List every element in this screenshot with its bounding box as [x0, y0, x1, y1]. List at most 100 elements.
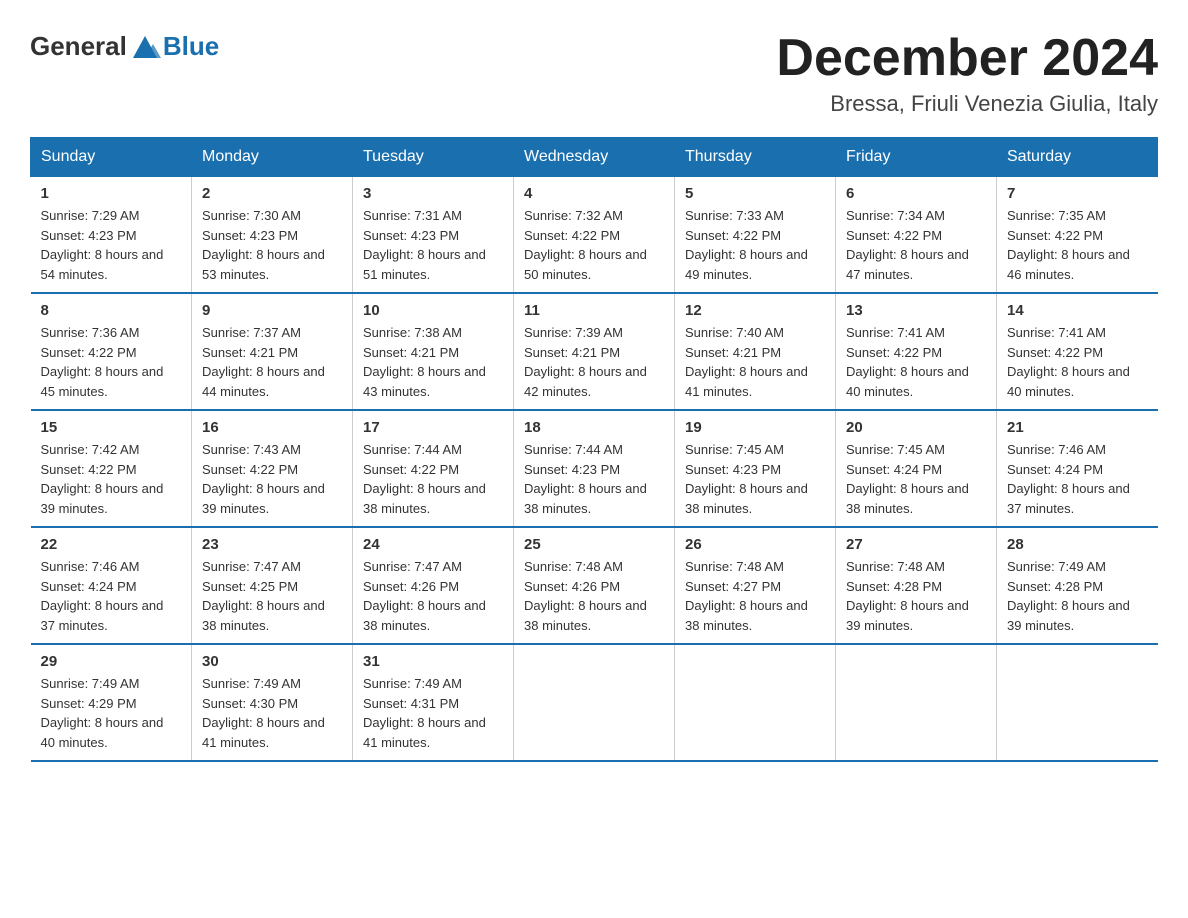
day-number: 10	[363, 302, 503, 319]
day-info: Sunrise: 7:37 AMSunset: 4:21 PMDaylight:…	[202, 323, 342, 401]
day-number: 18	[524, 419, 664, 436]
calendar-cell: 2 Sunrise: 7:30 AMSunset: 4:23 PMDayligh…	[192, 177, 353, 294]
day-info: Sunrise: 7:45 AMSunset: 4:24 PMDaylight:…	[846, 440, 986, 518]
week-row-1: 1 Sunrise: 7:29 AMSunset: 4:23 PMDayligh…	[31, 177, 1158, 294]
day-info: Sunrise: 7:47 AMSunset: 4:25 PMDaylight:…	[202, 557, 342, 635]
day-info: Sunrise: 7:49 AMSunset: 4:31 PMDaylight:…	[363, 674, 503, 752]
day-info: Sunrise: 7:49 AMSunset: 4:29 PMDaylight:…	[41, 674, 182, 752]
header-day-friday: Friday	[836, 138, 997, 177]
calendar-cell	[997, 644, 1158, 761]
calendar-cell: 10 Sunrise: 7:38 AMSunset: 4:21 PMDaylig…	[353, 293, 514, 410]
month-title: December 2024	[776, 30, 1158, 87]
page-header: General Blue December 2024 Bressa, Friul…	[30, 30, 1158, 117]
location-title: Bressa, Friuli Venezia Giulia, Italy	[776, 91, 1158, 117]
calendar-cell: 13 Sunrise: 7:41 AMSunset: 4:22 PMDaylig…	[836, 293, 997, 410]
day-info: Sunrise: 7:34 AMSunset: 4:22 PMDaylight:…	[846, 206, 986, 284]
day-number: 22	[41, 536, 182, 553]
day-number: 20	[846, 419, 986, 436]
day-info: Sunrise: 7:32 AMSunset: 4:22 PMDaylight:…	[524, 206, 664, 284]
day-info: Sunrise: 7:43 AMSunset: 4:22 PMDaylight:…	[202, 440, 342, 518]
day-number: 3	[363, 185, 503, 202]
day-info: Sunrise: 7:46 AMSunset: 4:24 PMDaylight:…	[1007, 440, 1148, 518]
calendar-cell: 25 Sunrise: 7:48 AMSunset: 4:26 PMDaylig…	[514, 527, 675, 644]
day-info: Sunrise: 7:29 AMSunset: 4:23 PMDaylight:…	[41, 206, 182, 284]
day-number: 13	[846, 302, 986, 319]
calendar-cell: 28 Sunrise: 7:49 AMSunset: 4:28 PMDaylig…	[997, 527, 1158, 644]
calendar-cell: 16 Sunrise: 7:43 AMSunset: 4:22 PMDaylig…	[192, 410, 353, 527]
day-number: 29	[41, 653, 182, 670]
calendar-cell: 22 Sunrise: 7:46 AMSunset: 4:24 PMDaylig…	[31, 527, 192, 644]
header-day-saturday: Saturday	[997, 138, 1158, 177]
day-number: 7	[1007, 185, 1148, 202]
day-info: Sunrise: 7:31 AMSunset: 4:23 PMDaylight:…	[363, 206, 503, 284]
calendar-cell: 20 Sunrise: 7:45 AMSunset: 4:24 PMDaylig…	[836, 410, 997, 527]
calendar-cell: 26 Sunrise: 7:48 AMSunset: 4:27 PMDaylig…	[675, 527, 836, 644]
calendar-body: 1 Sunrise: 7:29 AMSunset: 4:23 PMDayligh…	[31, 177, 1158, 762]
day-info: Sunrise: 7:48 AMSunset: 4:26 PMDaylight:…	[524, 557, 664, 635]
header-day-monday: Monday	[192, 138, 353, 177]
day-number: 1	[41, 185, 182, 202]
day-number: 5	[685, 185, 825, 202]
calendar-cell: 3 Sunrise: 7:31 AMSunset: 4:23 PMDayligh…	[353, 177, 514, 294]
calendar-cell: 4 Sunrise: 7:32 AMSunset: 4:22 PMDayligh…	[514, 177, 675, 294]
header-day-thursday: Thursday	[675, 138, 836, 177]
day-number: 11	[524, 302, 664, 319]
header-day-tuesday: Tuesday	[353, 138, 514, 177]
calendar-cell	[675, 644, 836, 761]
calendar-cell	[836, 644, 997, 761]
calendar-table: SundayMondayTuesdayWednesdayThursdayFrid…	[30, 137, 1158, 762]
day-number: 27	[846, 536, 986, 553]
day-number: 9	[202, 302, 342, 319]
calendar-cell: 19 Sunrise: 7:45 AMSunset: 4:23 PMDaylig…	[675, 410, 836, 527]
calendar-cell: 29 Sunrise: 7:49 AMSunset: 4:29 PMDaylig…	[31, 644, 192, 761]
day-number: 17	[363, 419, 503, 436]
header-row: SundayMondayTuesdayWednesdayThursdayFrid…	[31, 138, 1158, 177]
day-number: 31	[363, 653, 503, 670]
day-number: 21	[1007, 419, 1148, 436]
day-info: Sunrise: 7:44 AMSunset: 4:22 PMDaylight:…	[363, 440, 503, 518]
week-row-2: 8 Sunrise: 7:36 AMSunset: 4:22 PMDayligh…	[31, 293, 1158, 410]
day-number: 12	[685, 302, 825, 319]
calendar-cell: 9 Sunrise: 7:37 AMSunset: 4:21 PMDayligh…	[192, 293, 353, 410]
day-number: 14	[1007, 302, 1148, 319]
calendar-cell: 14 Sunrise: 7:41 AMSunset: 4:22 PMDaylig…	[997, 293, 1158, 410]
calendar-cell: 15 Sunrise: 7:42 AMSunset: 4:22 PMDaylig…	[31, 410, 192, 527]
week-row-5: 29 Sunrise: 7:49 AMSunset: 4:29 PMDaylig…	[31, 644, 1158, 761]
day-info: Sunrise: 7:42 AMSunset: 4:22 PMDaylight:…	[41, 440, 182, 518]
calendar-cell: 1 Sunrise: 7:29 AMSunset: 4:23 PMDayligh…	[31, 177, 192, 294]
week-row-4: 22 Sunrise: 7:46 AMSunset: 4:24 PMDaylig…	[31, 527, 1158, 644]
week-row-3: 15 Sunrise: 7:42 AMSunset: 4:22 PMDaylig…	[31, 410, 1158, 527]
day-info: Sunrise: 7:30 AMSunset: 4:23 PMDaylight:…	[202, 206, 342, 284]
day-info: Sunrise: 7:49 AMSunset: 4:28 PMDaylight:…	[1007, 557, 1148, 635]
day-number: 24	[363, 536, 503, 553]
day-info: Sunrise: 7:33 AMSunset: 4:22 PMDaylight:…	[685, 206, 825, 284]
calendar-cell	[514, 644, 675, 761]
day-number: 23	[202, 536, 342, 553]
calendar-header: SundayMondayTuesdayWednesdayThursdayFrid…	[31, 138, 1158, 177]
calendar-cell: 24 Sunrise: 7:47 AMSunset: 4:26 PMDaylig…	[353, 527, 514, 644]
calendar-cell: 30 Sunrise: 7:49 AMSunset: 4:30 PMDaylig…	[192, 644, 353, 761]
day-info: Sunrise: 7:35 AMSunset: 4:22 PMDaylight:…	[1007, 206, 1148, 284]
day-info: Sunrise: 7:36 AMSunset: 4:22 PMDaylight:…	[41, 323, 182, 401]
day-number: 16	[202, 419, 342, 436]
day-info: Sunrise: 7:41 AMSunset: 4:22 PMDaylight:…	[1007, 323, 1148, 401]
day-info: Sunrise: 7:49 AMSunset: 4:30 PMDaylight:…	[202, 674, 342, 752]
header-day-sunday: Sunday	[31, 138, 192, 177]
logo-icon	[129, 30, 161, 62]
title-block: December 2024 Bressa, Friuli Venezia Giu…	[776, 30, 1158, 117]
day-number: 2	[202, 185, 342, 202]
day-number: 15	[41, 419, 182, 436]
logo: General Blue	[30, 30, 219, 62]
calendar-cell: 21 Sunrise: 7:46 AMSunset: 4:24 PMDaylig…	[997, 410, 1158, 527]
day-number: 6	[846, 185, 986, 202]
calendar-cell: 27 Sunrise: 7:48 AMSunset: 4:28 PMDaylig…	[836, 527, 997, 644]
calendar-cell: 18 Sunrise: 7:44 AMSunset: 4:23 PMDaylig…	[514, 410, 675, 527]
day-info: Sunrise: 7:38 AMSunset: 4:21 PMDaylight:…	[363, 323, 503, 401]
day-number: 25	[524, 536, 664, 553]
day-info: Sunrise: 7:46 AMSunset: 4:24 PMDaylight:…	[41, 557, 182, 635]
calendar-cell: 31 Sunrise: 7:49 AMSunset: 4:31 PMDaylig…	[353, 644, 514, 761]
day-number: 28	[1007, 536, 1148, 553]
calendar-cell: 11 Sunrise: 7:39 AMSunset: 4:21 PMDaylig…	[514, 293, 675, 410]
header-day-wednesday: Wednesday	[514, 138, 675, 177]
day-info: Sunrise: 7:40 AMSunset: 4:21 PMDaylight:…	[685, 323, 825, 401]
